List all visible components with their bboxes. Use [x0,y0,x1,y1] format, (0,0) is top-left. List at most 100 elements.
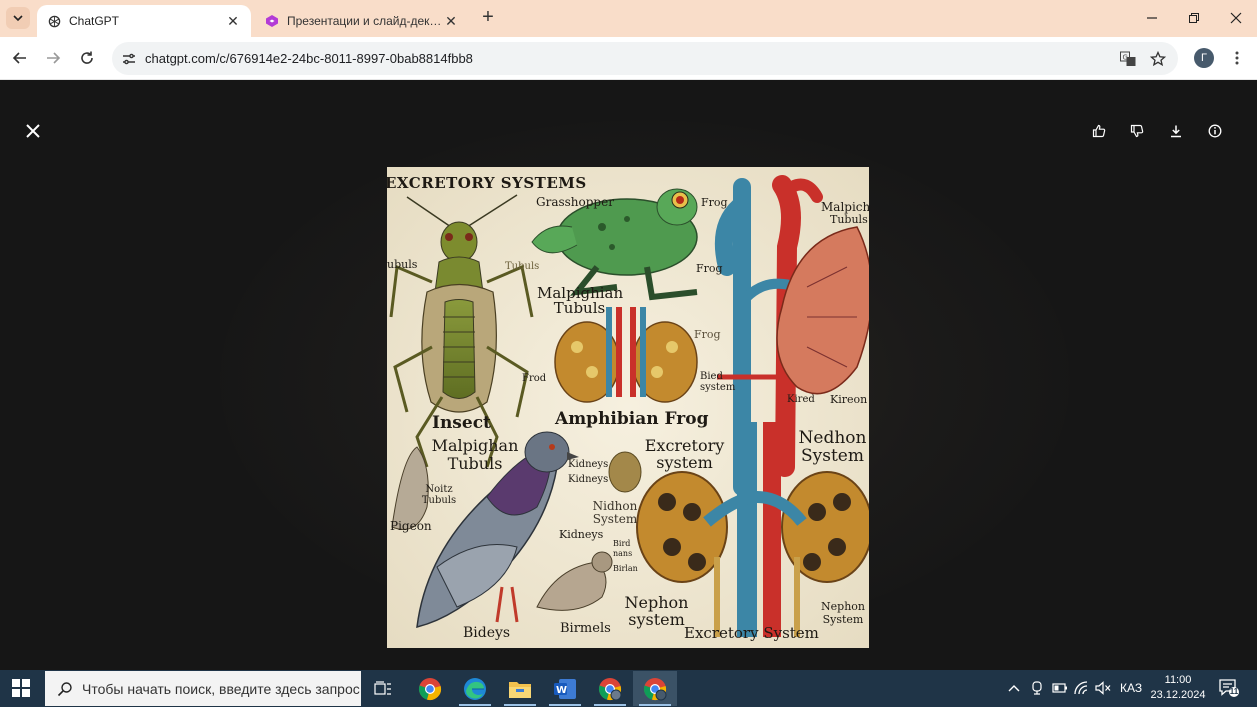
chevron-down-icon [13,15,23,22]
chrome-profile-icon [643,677,667,700]
address-bar[interactable]: chatgpt.com/c/676914e2-24bc-8011-8997-0b… [112,42,1178,75]
label-nephon-system: Nephon system [624,593,689,629]
label-malpich: Malpich [821,200,869,214]
label-noitz-tubuls: Noitz Tubuls [421,484,457,506]
tab-search-button[interactable] [6,7,30,29]
taskbar-file-explorer[interactable] [498,671,542,706]
restore-icon [1189,13,1199,23]
thumbs-down-button[interactable] [1128,122,1146,140]
reload-icon [81,51,93,64]
task-view-button[interactable] [361,671,405,706]
label-grasshopper: Grasshopper [536,195,614,209]
label-frog-small: Frog [694,328,721,341]
volume-muted-icon[interactable] [1094,679,1112,697]
excretory-illustration [387,167,869,648]
taskbar-chrome-active[interactable] [633,671,677,706]
svg-text:W: W [556,685,567,696]
label-birlan: Birlan [613,564,638,573]
bookmark-star-icon[interactable] [1148,49,1168,69]
taskbar-chrome[interactable] [408,671,452,706]
battery-icon[interactable] [1051,679,1069,697]
label-excretory-system-bottom: Excretory System [684,624,819,642]
download-button[interactable] [1167,122,1185,140]
label-excretory-system-mid: Excretory system [644,436,725,472]
profile-avatar[interactable]: Г [1194,48,1214,68]
windows-start-icon[interactable] [12,679,30,697]
tab-close-icon[interactable]: ✕ [225,13,241,29]
input-language[interactable]: КАЗ [1120,681,1142,695]
tab-strip: ChatGPT ✕ Презентации и слайд-деки с AI … [0,0,1257,37]
label-tubuls-left: ubuls [387,258,418,271]
label-kidneys-2: Kidneys [568,474,609,485]
meet-now-icon[interactable] [1028,679,1046,697]
url-text: chatgpt.com/c/676914e2-24bc-8011-8997-0b… [145,51,473,66]
label-pigeon: Pigeon [390,519,432,533]
label-bird-nans: Bird nans [613,539,633,558]
site-info-icon[interactable] [120,50,138,68]
notification-center-button[interactable]: 11 [1218,678,1240,698]
notification-count: 11 [1229,687,1239,696]
svg-text:G: G [1123,54,1128,62]
tab-title: Презентации и слайд-деки с AI [287,14,443,28]
folder-icon [509,681,531,698]
taskbar-search-box[interactable]: Чтобы начать поиск, введите здесь запрос [45,671,361,706]
arrow-right-icon [47,52,61,64]
chrome-profile-icon [598,677,622,700]
label-tubuls-insect: Tubuls [505,261,540,272]
label-nephon-system-right: Nephon System [821,600,865,626]
tab-close-icon[interactable]: ✕ [443,13,459,29]
label-kidneys-3: Kidneys [559,528,604,541]
tab-title: ChatGPT [69,14,120,28]
clock-time: 11:00 [1164,674,1192,686]
minimize-icon [1147,17,1157,19]
network-icon[interactable] [1073,679,1091,697]
system-clock[interactable]: 11:00 23.12.2024 [1150,673,1206,703]
label-frog-top: Frog [701,196,728,209]
back-button[interactable] [10,48,30,68]
generated-image: EXCRETORY SYSTEMS Grasshopper Frog Malpi… [387,167,869,648]
edge-icon [464,677,486,700]
info-button[interactable] [1206,122,1224,140]
browser-menu-icon[interactable] [1228,48,1246,68]
label-bideys: Bideys [463,625,511,641]
artwork-title: EXCRETORY SYSTEMS [387,174,587,192]
tray-chevron-up-icon[interactable] [1005,679,1023,697]
label-kidneys-1: Kidneys [568,459,609,470]
info-icon [1208,124,1222,138]
label-birmels: Birmels [560,621,611,636]
download-icon [1171,125,1181,138]
taskbar-chrome-profile[interactable] [588,671,632,706]
label-malpighan-tubuls: Malpighan Tubuls [431,436,519,473]
thumbs-down-icon [1130,124,1144,138]
restore-button[interactable] [1184,8,1204,28]
label-kired: Kired [787,394,815,405]
search-placeholder: Чтобы начать поиск, введите здесь запрос [82,680,360,697]
search-icon [57,681,72,696]
forward-button[interactable] [43,48,63,68]
tab-presentations[interactable]: Презентации и слайд-деки с AI ✕ [255,5,469,37]
label-tubuls-top: Tubuls [830,213,868,226]
chrome-icon [418,677,442,700]
taskbar-word[interactable]: W [543,671,587,706]
word-icon: W [554,678,576,699]
close-viewer-button[interactable] [24,122,42,140]
thumbs-up-button[interactable] [1090,122,1108,140]
chatgpt-logo-icon [47,14,61,28]
arrow-left-icon [12,52,26,64]
label-bird-system: Bied system [700,371,736,393]
minimize-button[interactable] [1142,8,1162,28]
tab-chatgpt[interactable]: ChatGPT ✕ [37,5,251,37]
close-window-button[interactable] [1226,8,1246,28]
label-malpighian-tubuls: Malpighian Tubuls [537,284,624,317]
label-nedhon-system: Nedhon System [798,428,867,466]
task-view-icon [374,680,391,695]
translate-icon[interactable]: G [1118,49,1138,69]
close-icon [1230,12,1242,24]
label-frog-mid: Frog [696,262,723,275]
taskbar-edge[interactable] [453,671,497,706]
label-nidhon-system: Nidhon System [592,499,638,526]
new-tab-button[interactable]: + [478,7,498,28]
reload-button[interactable] [77,48,97,68]
gamma-logo-icon [265,14,279,28]
image-viewer: EXCRETORY SYSTEMS Grasshopper Frog Malpi… [0,80,1257,670]
